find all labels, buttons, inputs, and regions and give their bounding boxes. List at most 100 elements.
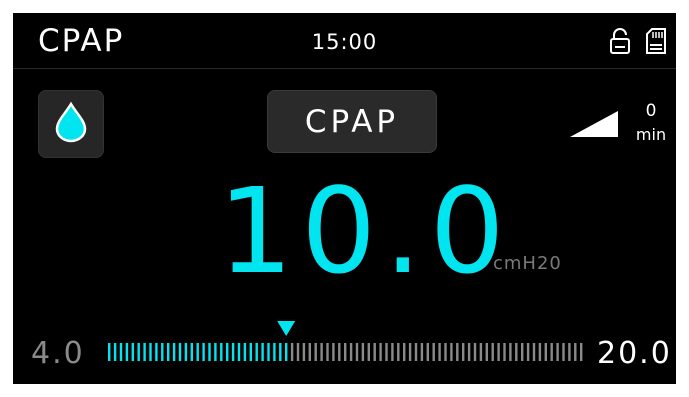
gauge-tick [438, 343, 441, 361]
gauge-tick [231, 343, 235, 361]
gauge-tick [361, 343, 365, 361]
pressure-gauge[interactable] [105, 316, 589, 366]
gauge-tick [373, 343, 376, 361]
gauge-tick [467, 343, 471, 361]
gauge-tick [379, 343, 382, 361]
gauge-tick [332, 343, 335, 361]
gauge-tick [178, 343, 182, 361]
gauge-tick [214, 343, 217, 361]
gauge-tick [391, 343, 394, 361]
gauge-tick [113, 343, 117, 361]
gauge-tick [509, 343, 512, 361]
header-divider [13, 68, 676, 69]
gauge-tick [155, 343, 158, 361]
gauge-tick [403, 343, 406, 361]
gauge-tick [202, 343, 205, 361]
gauge-tick [208, 343, 211, 361]
gauge-tick [462, 343, 465, 361]
gauge-tick [338, 343, 341, 361]
gauge-tick [532, 343, 536, 361]
gauge-tick [526, 343, 530, 361]
water-drop-icon [53, 101, 89, 147]
gauge-tick [479, 343, 483, 361]
humidifier-button[interactable] [38, 90, 104, 158]
gauge-tick [261, 343, 264, 361]
sd-card-icon [645, 27, 667, 59]
gauge-tick [580, 343, 583, 361]
gauge-tick [473, 343, 477, 361]
gauge-tick [574, 343, 577, 361]
gauge-tick [355, 343, 359, 361]
gauge-tick [302, 343, 306, 361]
gauge-tick [491, 343, 494, 361]
gauge-tick [308, 343, 311, 361]
gauge-tick [556, 343, 559, 361]
gauge-tick [515, 343, 518, 361]
gauge-tick [184, 343, 188, 361]
gauge-tick [568, 343, 571, 361]
gauge-tick [444, 343, 447, 361]
gauge-tick [420, 343, 424, 361]
clock-time: 15:00 [311, 30, 378, 54]
gauge-tick [220, 343, 223, 361]
gauge-tick [125, 343, 129, 361]
gauge-tick [314, 343, 317, 361]
gauge-tick [273, 343, 276, 361]
scale-min-label: 4.0 [31, 336, 85, 371]
status-bar: CPAP 15:00 [13, 13, 676, 68]
gauge-tick [237, 343, 241, 361]
gauge-tick [426, 343, 429, 361]
ramp-time-unit: min [635, 125, 667, 144]
gauge-tick [432, 343, 435, 361]
mode-button[interactable]: CPAP [267, 90, 437, 153]
gauge-tick [503, 343, 506, 361]
gauge-tick [562, 343, 565, 361]
device-screen: CPAP 15:00 CPAP 0 min 10.0 cmH20 4.0 20.… [13, 13, 676, 384]
gauge-tick [172, 343, 176, 361]
pressure-unit: cmH20 [493, 253, 562, 274]
gauge-tick [344, 343, 347, 361]
gauge-tick [550, 343, 553, 361]
gauge-tick [285, 343, 288, 361]
gauge-tick [143, 343, 146, 361]
lock-icon [609, 27, 631, 59]
gauge-tick [108, 343, 111, 361]
mode-button-label: CPAP [304, 103, 400, 140]
gauge-tick [255, 343, 258, 361]
gauge-tick [326, 343, 329, 361]
gauge-tick [196, 343, 199, 361]
gauge-tick [267, 343, 270, 361]
scale-max-label: 20.0 [597, 336, 672, 371]
gauge-tick [226, 343, 229, 361]
gauge-tick [544, 343, 547, 361]
gauge-tick [131, 343, 134, 361]
gauge-tick [349, 343, 353, 361]
pressure-value: 10.0 [218, 162, 513, 300]
gauge-tick [538, 343, 542, 361]
gauge-tick [279, 343, 282, 361]
ramp-triangle-icon[interactable] [568, 109, 620, 143]
ramp-time-value: 0 [645, 101, 657, 121]
gauge-tick [243, 343, 247, 361]
gauge-tick [119, 343, 123, 361]
gauge-tick [161, 343, 164, 361]
gauge-marker[interactable] [277, 321, 296, 336]
gauge-tick [137, 343, 140, 361]
gauge-tick [414, 343, 418, 361]
gauge-tick [249, 343, 252, 361]
gauge-tick [320, 343, 323, 361]
gauge-tick [149, 343, 152, 361]
gauge-tick [485, 343, 488, 361]
gauge-tick [397, 343, 400, 361]
gauge-tick [450, 343, 453, 361]
gauge-tick [290, 343, 294, 361]
gauge-tick [367, 343, 370, 361]
gauge-tick [521, 343, 524, 361]
gauge-tick [167, 343, 170, 361]
gauge-tick [296, 343, 300, 361]
gauge-tick [408, 343, 412, 361]
gauge-tick [385, 343, 388, 361]
gauge-tick [190, 343, 193, 361]
gauge-tick [497, 343, 500, 361]
gauge-tick [456, 343, 459, 361]
